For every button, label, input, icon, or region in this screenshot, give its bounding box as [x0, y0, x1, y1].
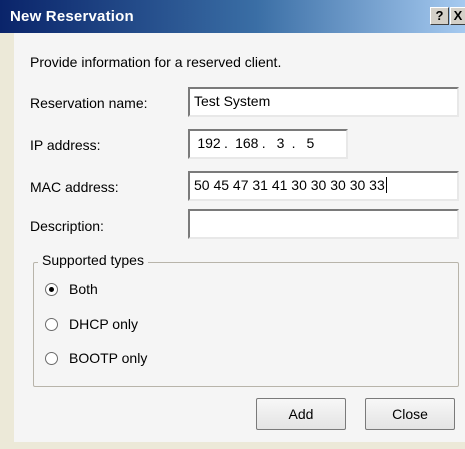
ip-octet-4[interactable]: 5 — [299, 135, 321, 151]
ip-address-field[interactable]: 192. 168. 3. 5 — [188, 129, 348, 159]
close-button[interactable]: Close — [365, 398, 455, 430]
description-field[interactable] — [188, 209, 459, 239]
ip-octet-2[interactable]: 168 — [232, 135, 262, 151]
close-window-button[interactable]: X — [450, 7, 465, 25]
instruction-text: Provide information for a reserved clien… — [30, 54, 282, 70]
ip-dot: . — [291, 135, 296, 151]
add-button[interactable]: Add — [256, 398, 346, 430]
help-button[interactable]: ? — [430, 7, 449, 25]
mac-address-label: MAC address: — [30, 179, 119, 195]
reservation-name-field[interactable]: Test System — [188, 87, 459, 117]
new-reservation-dialog: New Reservation ? X Provide information … — [0, 0, 465, 449]
ip-dot: . — [224, 135, 228, 151]
ip-octet-3[interactable]: 3 — [270, 135, 292, 151]
mac-address-field[interactable]: 50 45 47 31 41 30 30 30 30 33 — [188, 171, 459, 201]
ip-dot: . — [261, 135, 266, 151]
text-caret — [385, 177, 387, 193]
radio-bootp-only-label[interactable]: BOOTP only — [69, 350, 147, 366]
radio-button-icon[interactable] — [45, 352, 58, 365]
description-label: Description: — [30, 218, 104, 234]
mac-address-value: 50 45 47 31 41 30 30 30 30 33 — [194, 177, 385, 193]
supported-types-legend: Supported types — [38, 252, 148, 268]
radio-button-icon[interactable] — [45, 283, 58, 296]
ip-address-label: IP address: — [30, 137, 101, 153]
radio-dhcp-only-label[interactable]: DHCP only — [69, 316, 138, 332]
title-bar[interactable]: New Reservation ? X — [0, 0, 465, 33]
reservation-name-value: Test System — [194, 93, 271, 109]
radio-both-label[interactable]: Both — [69, 281, 98, 297]
ip-octet-1[interactable]: 192 — [194, 135, 224, 151]
window-title: New Reservation — [10, 8, 134, 25]
radio-button-icon[interactable] — [45, 318, 58, 331]
reservation-name-label: Reservation name: — [30, 95, 148, 111]
